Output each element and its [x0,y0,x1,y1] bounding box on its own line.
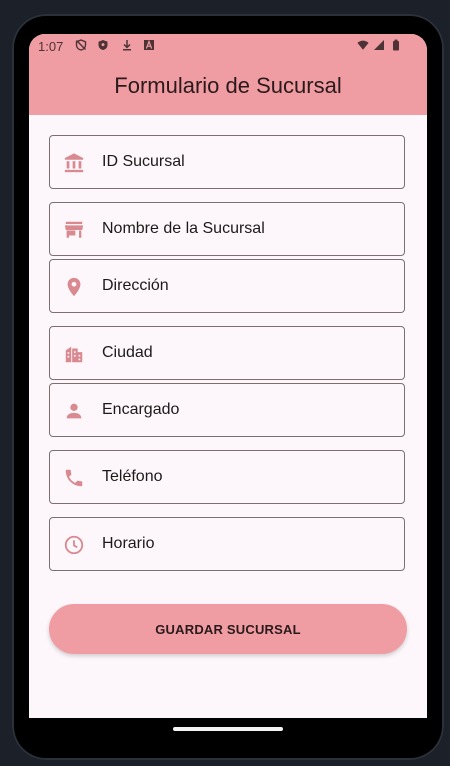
city-icon [65,346,83,363]
id-sucursal-field[interactable] [49,135,405,189]
status-time: 1:07 [38,39,64,54]
ciudad-input[interactable] [102,327,392,379]
shield-off-icon [75,39,87,51]
app-screen: 1:07 Formulario de Sucursal ID Sucursal … [29,34,427,740]
bank-icon [64,153,84,173]
horario-input[interactable] [102,518,392,570]
a-badge-icon [144,39,154,50]
ciudad-field[interactable] [49,326,405,380]
battery-icon [393,39,399,51]
save-branch-button[interactable]: GUARDAR SUCURSAL [49,604,407,654]
id-sucursal-input[interactable] [102,136,392,188]
store-icon [64,221,84,238]
wifi-icon [357,40,369,50]
status-bar: 1:07 [29,34,427,58]
person-icon [66,403,82,419]
page-title: Formulario de Sucursal [114,73,342,98]
location-pin-icon [67,277,81,297]
encargado-input[interactable] [102,384,392,436]
clock-icon [64,535,84,555]
nombre-sucursal-field[interactable] [49,202,405,256]
download-icon [123,40,131,51]
encargado-field[interactable] [49,383,405,437]
shield-icon [98,40,108,50]
nombre-sucursal-input[interactable] [102,203,392,255]
app-bar: 1:07 Formulario de Sucursal [29,34,427,115]
telefono-field[interactable] [49,450,405,504]
direccion-input[interactable] [102,260,392,312]
direccion-field[interactable] [49,259,405,313]
signal-icon [374,40,384,50]
phone-icon [65,469,83,487]
telefono-input[interactable] [102,451,392,503]
horario-field[interactable] [49,517,405,571]
home-gesture-handle[interactable] [173,727,283,731]
